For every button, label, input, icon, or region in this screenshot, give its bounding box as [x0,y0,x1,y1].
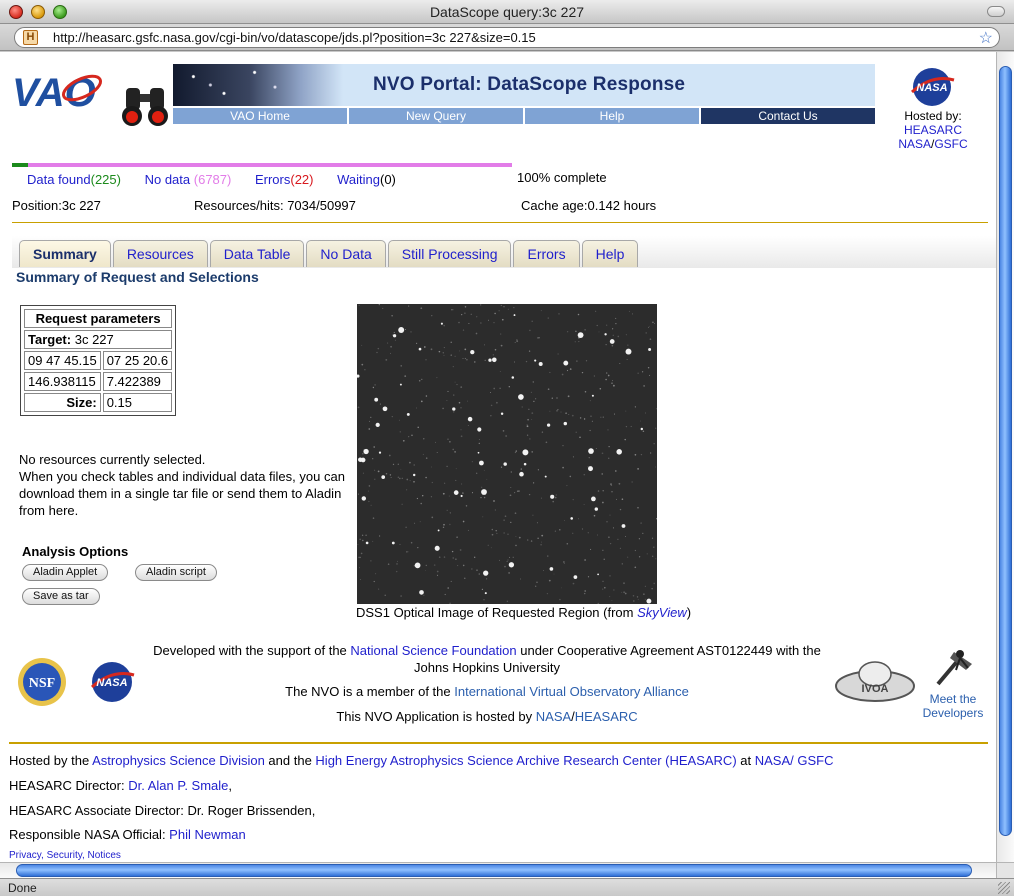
target-row: Target: 3c 227 [24,330,173,349]
tab-no-data[interactable]: No Data [306,240,386,267]
selection-info: No resources currently selected. When yo… [19,451,359,519]
tab-help[interactable]: Help [581,240,639,267]
nsf-link[interactable]: National Science Foundation [350,643,516,658]
size-label: Size: [24,393,101,412]
vertical-scroll-thumb[interactable] [999,66,1012,836]
nav-new-query[interactable]: New Query [349,108,523,124]
waiting-stat[interactable]: Waiting(0) [337,172,396,187]
section-title: Summary of Request and Selections [16,269,259,285]
resize-grip-icon[interactable] [998,882,1010,894]
selection-info-line1: No resources currently selected. [19,452,206,467]
tab-resources[interactable]: Resources [112,240,208,267]
dec-sexagesimal: 07 25 20.6 [102,351,173,370]
banner-title: NVO Portal: DataScope Response [373,74,686,95]
errors-stat[interactable]: Errors(22) [255,172,314,187]
official-credit: Responsible NASA Official: Phil Newman [9,827,246,842]
page-content: VAO NVO Portal: DataScope Response VAO H… [0,52,996,862]
horizontal-scrollbar[interactable] [0,862,996,878]
nasa-logo[interactable]: NASA [908,66,956,108]
ra-sexagesimal: 09 47 45.15 [24,351,101,370]
tab-errors[interactable]: Errors [513,240,580,267]
cache-age-readout: Cache age:0.142 hours [521,198,657,213]
nav-contact-us[interactable]: Contact Us [701,108,875,124]
director-link[interactable]: Dr. Alan P. Smale [128,778,228,793]
portal-nav: VAO Home New Query Help Contact Us [173,108,875,124]
toolbar-toggle-button[interactable] [987,6,1005,17]
window-title: DataScope query:3c 227 [429,4,585,20]
official-link[interactable]: Phil Newman [169,827,246,842]
vertical-scrollbar[interactable] [996,52,1014,862]
tab-summary[interactable]: Summary [19,240,111,267]
dec-degrees: 7.422389 [102,372,173,391]
associate-director-credit: HEASARC Associate Director: Dr. Roger Br… [9,803,316,818]
save-as-tar-button[interactable]: Save as tar [22,588,100,605]
address-bar[interactable]: H http://heasarc.gsfc.nasa.gov/cgi-bin/v… [14,27,1000,48]
browser-statusbar: Done [0,878,1014,896]
completion-status: 100% complete [517,170,607,185]
url-text[interactable]: http://heasarc.gsfc.nasa.gov/cgi-bin/vo/… [53,30,536,45]
ivoa-link[interactable]: International Virtual Observatory Allian… [454,684,689,699]
hosted-by: Hosted by: HEASARC NASA/GSFC [890,109,976,151]
meet-developers-link[interactable]: Meet the Developers [918,692,988,720]
divider [12,222,988,223]
nsf-logo[interactable]: NSF [16,656,68,708]
nasa-footer-logo[interactable]: NASA [88,660,136,704]
tab-data-table[interactable]: Data Table [209,240,305,267]
binoculars-icon [122,88,168,126]
target-value: 3c 227 [74,332,114,347]
no-data-stat[interactable]: No data (6787) [145,172,232,187]
horizontal-scroll-thumb[interactable] [16,864,972,877]
ivoa-logo[interactable]: IVOA [834,656,916,704]
resources-hits-readout: Resources/hits: 7034/50997 [194,198,356,213]
director-credit: HEASARC Director: Dr. Alan P. Smale, [9,778,233,793]
data-found-stat[interactable]: Data found(225) [27,172,121,187]
position-readout: Position:3c 227 [12,198,101,213]
size-value: 0.15 [102,393,173,412]
footer-heasarc-link[interactable]: HEASARC [575,709,638,724]
portal-banner: NVO Portal: DataScope Response [173,64,875,106]
query-progress-found-fill [12,163,28,167]
acknowledgements: Developed with the support of the Nation… [153,643,821,724]
svg-text:NSF: NSF [29,676,55,691]
footer-nasa-link[interactable]: NASA [536,709,571,724]
vao-logo[interactable]: VAO [10,66,105,116]
tab-still-processing[interactable]: Still Processing [387,240,512,267]
status-counts: Data found(225) No data (6787) Errors(22… [27,172,416,187]
hosted-gsfc-link[interactable]: GSFC [934,137,967,151]
developers-icon[interactable] [930,644,980,688]
request-parameters-table: Request parameters Target: 3c 227 09 47 … [20,305,177,416]
footer-divider [9,742,988,744]
hosted-nasa-link[interactable]: NASA [898,137,931,151]
aladin-applet-button[interactable]: Aladin Applet [22,564,109,581]
privacy-link[interactable]: Privacy, Security, Notices [9,850,121,861]
window-titlebar: DataScope query:3c 227 [0,0,1014,24]
status-text: Done [8,881,37,895]
query-progress-bar [12,163,512,167]
banner-starfield [173,64,343,106]
result-tabs: Summary Resources Data Table No Data Sti… [19,240,639,267]
hosted-heasarc-link[interactable]: HEASARC [904,123,962,137]
selection-info-line2: When you check tables and individual dat… [19,469,345,518]
dss-sky-image[interactable] [357,304,657,604]
svg-text:NASA: NASA [96,677,127,689]
nav-vao-home[interactable]: VAO Home [173,108,347,124]
bookmark-star-icon[interactable]: ☆ [979,28,993,48]
heasarc-full-link[interactable]: High Energy Astrophysics Science Archive… [315,753,736,768]
hosted-credits: Hosted by the Astrophysics Science Divis… [9,753,834,768]
analysis-options-title: Analysis Options [22,544,129,559]
svg-text:NASA: NASA [916,82,947,94]
hosted-by-label: Hosted by: [904,109,962,123]
nav-help[interactable]: Help [525,108,699,124]
aladin-script-button[interactable]: Aladin script [135,564,217,581]
skyview-link[interactable]: SkyView [637,605,687,620]
scroll-corner [996,862,1014,878]
ra-degrees: 146.938115 [24,372,101,391]
nasa-gsfc-link[interactable]: NASA/ GSFC [755,753,834,768]
browser-toolbar: H http://heasarc.gsfc.nasa.gov/cgi-bin/v… [0,24,1014,51]
image-caption: DSS1 Optical Image of Requested Region (… [356,605,692,620]
asd-link[interactable]: Astrophysics Science Division [92,753,265,768]
svg-text:IVOA: IVOA [862,683,889,695]
site-favicon-icon: H [23,30,38,45]
params-header: Request parameters [24,309,173,328]
